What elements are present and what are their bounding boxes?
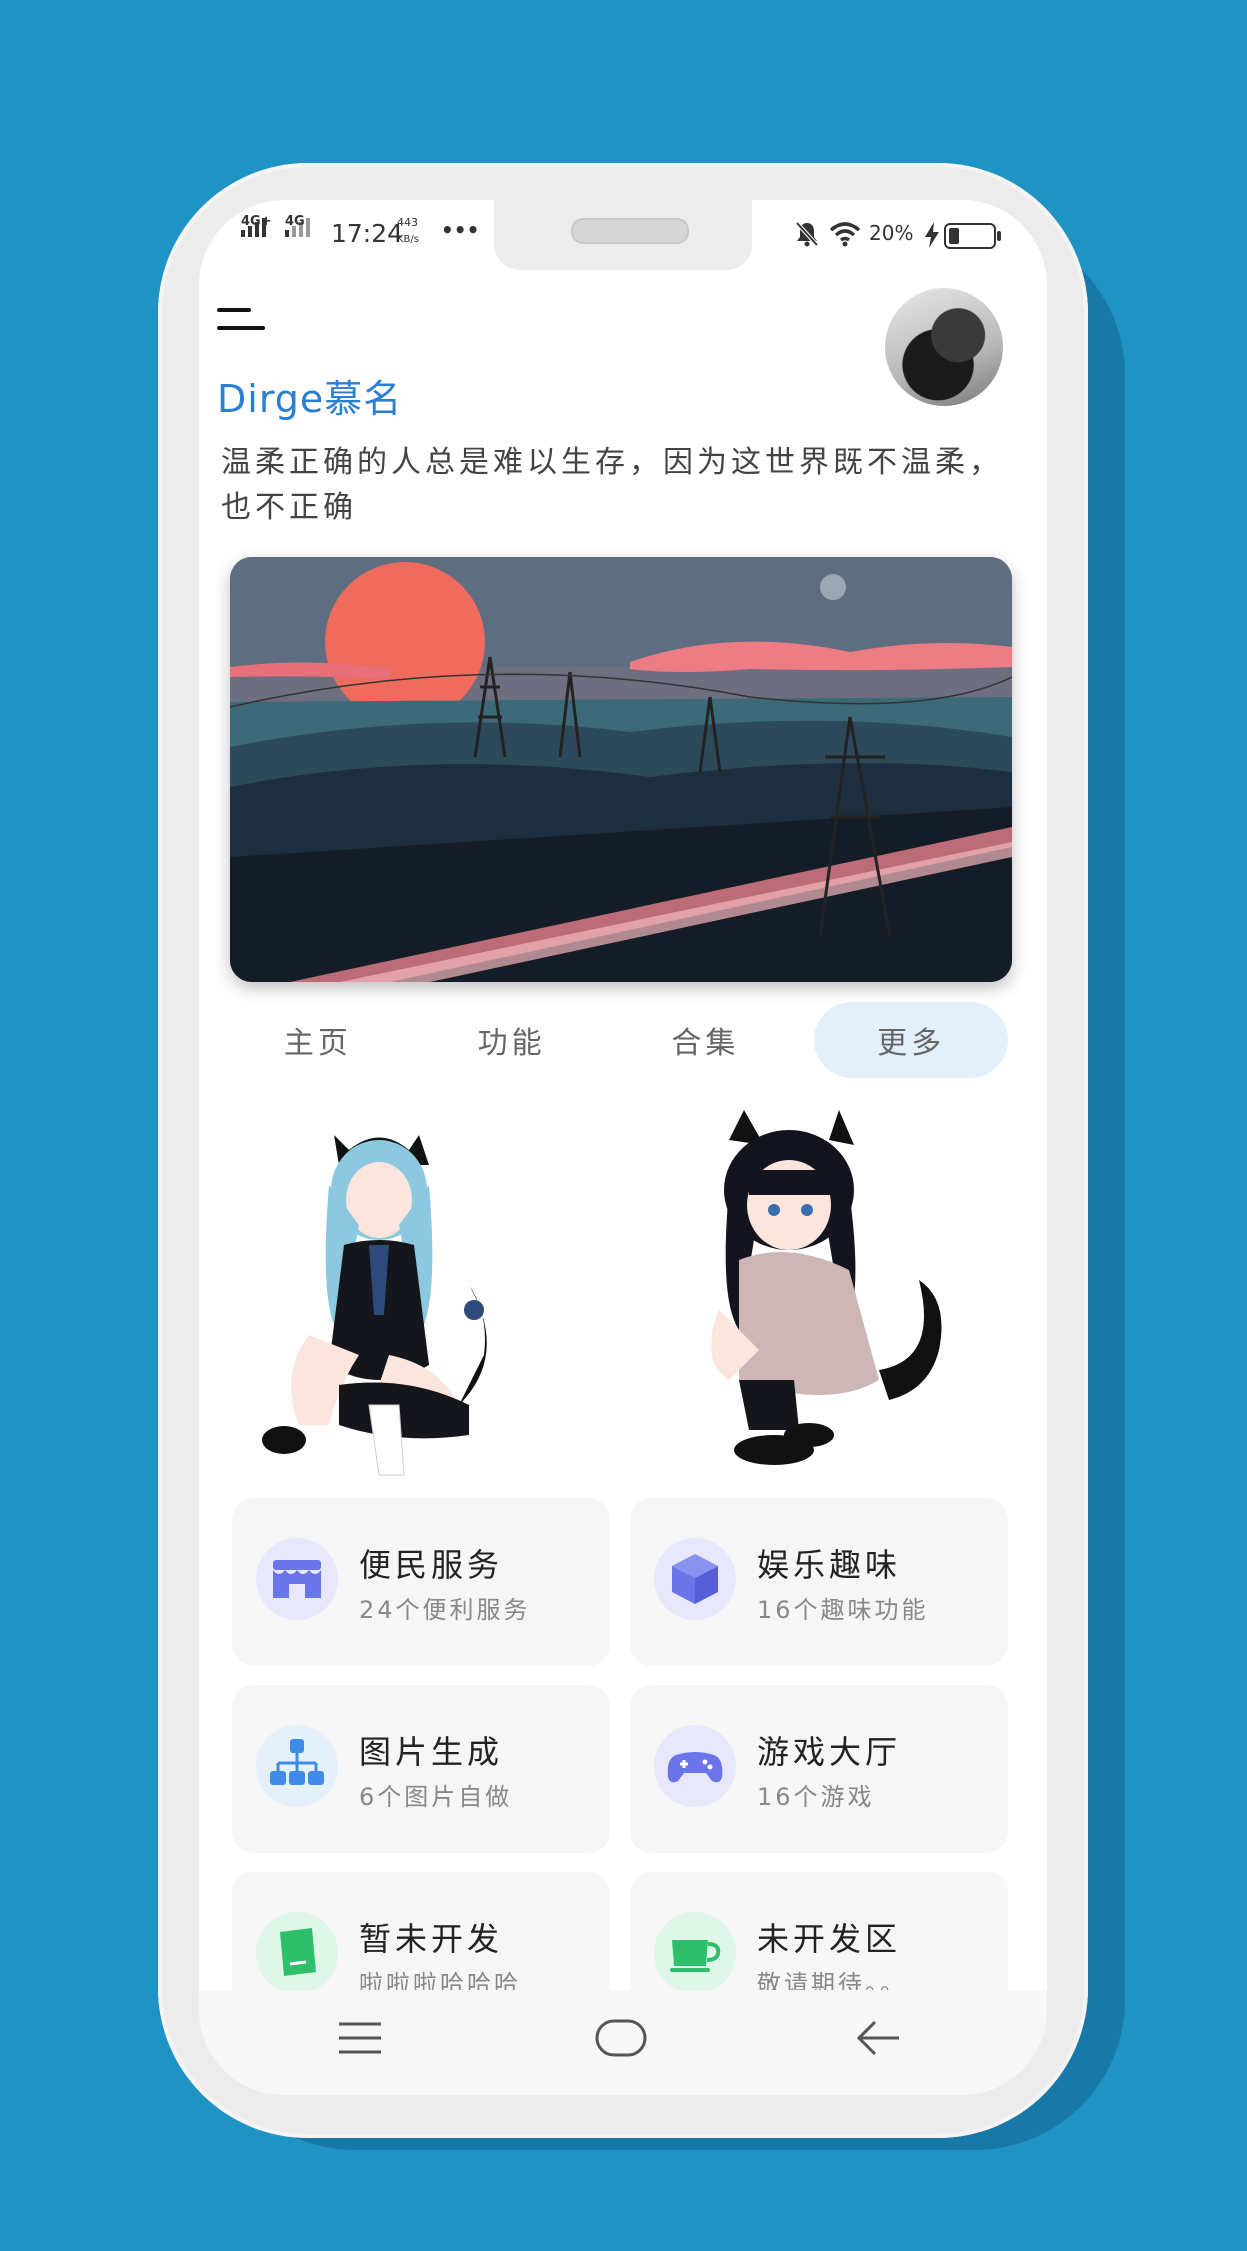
tab-more[interactable]: 更多 bbox=[814, 1002, 1008, 1078]
card-image-generation[interactable]: 图片生成 6个图片自做 bbox=[232, 1685, 610, 1853]
tab-bar: 主页 功能 合集 更多 bbox=[221, 1002, 1026, 1078]
card-subtitle: 16个趣味功能 bbox=[757, 1596, 929, 1624]
gamepad-icon bbox=[654, 1725, 736, 1807]
card-subtitle: 6个图片自做 bbox=[359, 1783, 513, 1811]
net-speed-value: 443 bbox=[397, 216, 418, 229]
tab-home[interactable]: 主页 bbox=[221, 1002, 415, 1078]
card-title: 未开发区 bbox=[757, 1920, 902, 1958]
tab-features[interactable]: 功能 bbox=[415, 1002, 609, 1078]
avatar[interactable] bbox=[885, 288, 1003, 406]
cube-icon bbox=[654, 1538, 736, 1620]
speaker bbox=[571, 218, 689, 244]
card-subtitle: 16个游戏 bbox=[757, 1783, 875, 1811]
card-convenience-services[interactable]: 便民服务 24个便利服务 bbox=[232, 1498, 610, 1666]
card-title: 便民服务 bbox=[359, 1546, 504, 1584]
card-title: 暂未开发 bbox=[359, 1920, 504, 1958]
battery-percent: 20% bbox=[869, 221, 914, 245]
mute-bell-icon bbox=[795, 221, 819, 247]
card-subtitle: 24个便利服务 bbox=[359, 1596, 531, 1624]
back-icon[interactable] bbox=[855, 2018, 901, 2058]
battery-icon bbox=[944, 223, 1001, 249]
more-dots-icon: ••• bbox=[441, 218, 480, 242]
recent-apps-icon[interactable] bbox=[337, 2020, 383, 2056]
card-title: 图片生成 bbox=[359, 1733, 504, 1771]
username: Dirge慕名 bbox=[217, 377, 403, 421]
wifi-icon bbox=[829, 222, 861, 247]
charging-icon bbox=[925, 222, 939, 248]
cat-girl-sticker bbox=[711, 1110, 942, 1465]
network-label-1: 4G+ bbox=[241, 214, 272, 229]
motto: 温柔正确的人总是难以生存，因为这世界既不温柔，也不正确 bbox=[221, 445, 1003, 525]
network-label-2: 4G bbox=[285, 214, 305, 229]
cup-icon bbox=[654, 1912, 736, 1994]
phone-screen: 4G+ 4G 17:24 443 KB/s ••• 20% Dirge慕名 温柔… bbox=[199, 200, 1047, 2095]
card-title: 娱乐趣味 bbox=[757, 1546, 902, 1584]
book-icon bbox=[256, 1912, 338, 1994]
net-speed-unit: KB/s bbox=[397, 234, 419, 245]
status-bar: 4G+ 4G 17:24 443 KB/s ••• 20% bbox=[199, 200, 1047, 272]
sitemap-icon bbox=[256, 1725, 338, 1807]
tab-collections[interactable]: 合集 bbox=[609, 1002, 803, 1078]
system-nav-bar bbox=[199, 1990, 1047, 2095]
home-icon[interactable] bbox=[594, 2018, 648, 2058]
menu-icon[interactable] bbox=[217, 302, 265, 332]
card-entertainment[interactable]: 娱乐趣味 16个趣味功能 bbox=[630, 1498, 1008, 1666]
store-icon bbox=[256, 1538, 338, 1620]
card-title: 游戏大厅 bbox=[757, 1733, 902, 1771]
card-game-hall[interactable]: 游戏大厅 16个游戏 bbox=[630, 1685, 1008, 1853]
banner-image[interactable] bbox=[230, 557, 1012, 982]
clock: 17:24 bbox=[331, 219, 404, 248]
cat-maid-sticker bbox=[262, 1135, 487, 1476]
